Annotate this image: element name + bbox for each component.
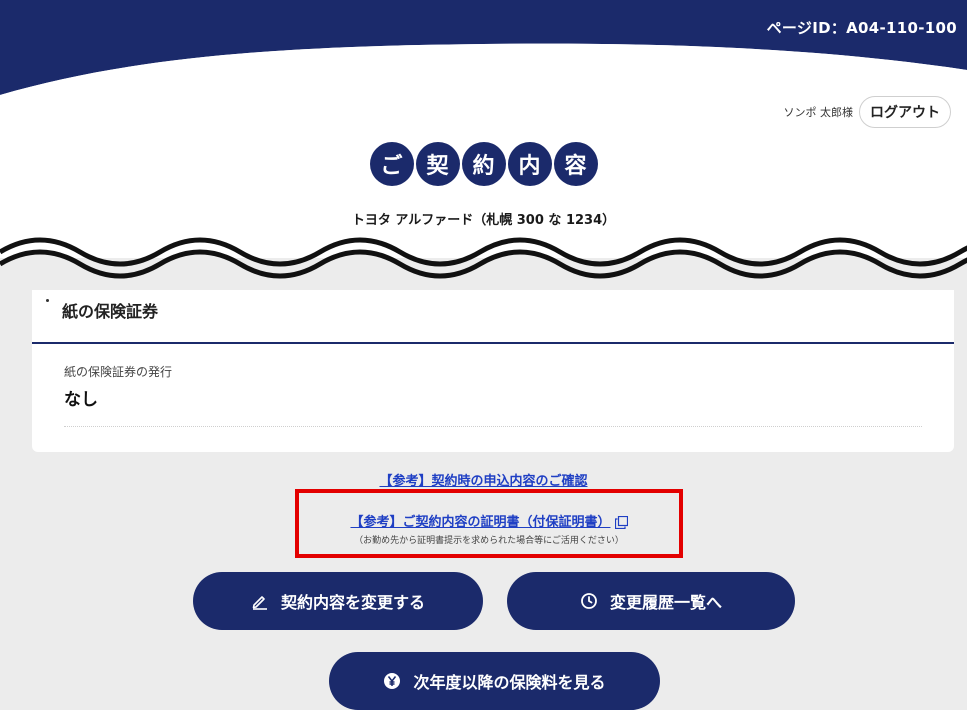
card-title: 紙の保険証券 <box>62 302 159 321</box>
history-label: 変更履歴一覧へ <box>609 593 722 612</box>
page-title-char: 契 <box>415 142 460 186</box>
field-label: 紙の保険証券の発行 <box>64 365 173 379</box>
certificate-note: （お勤め先から証明書提示を求められた場合等にご活用ください） <box>354 536 624 546</box>
yen-icon <box>384 673 401 689</box>
page-title: ご 契 約 内 容 <box>0 142 967 186</box>
field-divider <box>64 426 922 427</box>
change-contract-label: 契約内容を変更する <box>280 593 425 612</box>
page-id: ページID：A04-110-100 <box>766 19 957 37</box>
wavy-separator <box>0 237 967 290</box>
vehicle-info: トヨタ アルファード（札幌 300 な 1234） <box>351 213 616 228</box>
clock-icon <box>581 593 597 609</box>
future-premium-button[interactable]: 次年度以降の保険料を見る <box>329 652 660 710</box>
bullet-dot <box>46 299 49 302</box>
page-title-char: 内 <box>507 142 552 186</box>
user-area: ソンポ 太郎様 ログアウト <box>783 96 951 128</box>
certificate-link-label: 【参考】ご契約内容の証明書（付保証明書） <box>350 515 611 530</box>
change-contract-button[interactable]: 契約内容を変更する <box>193 572 483 630</box>
user-name: ソンポ 太郎様 <box>783 106 854 119</box>
page-title-char: ご <box>369 142 414 186</box>
application-review-link[interactable]: 【参考】契約時の申込内容のご確認 <box>0 470 967 489</box>
certificate-link[interactable]: 【参考】ご契約内容の証明書（付保証明書） <box>295 511 683 530</box>
pencil-icon <box>252 596 267 610</box>
paper-policy-card: 紙の保険証券 紙の保険証券の発行 なし <box>32 290 954 452</box>
logout-button[interactable]: ログアウト <box>859 96 951 128</box>
future-premium-label: 次年度以降の保険料を見る <box>413 673 606 692</box>
card-divider <box>32 342 954 344</box>
history-button[interactable]: 変更履歴一覧へ <box>507 572 795 630</box>
page-title-char: 容 <box>553 142 598 186</box>
field-value: なし <box>64 390 98 410</box>
page-title-char: 約 <box>461 142 506 186</box>
external-window-icon <box>614 516 628 529</box>
